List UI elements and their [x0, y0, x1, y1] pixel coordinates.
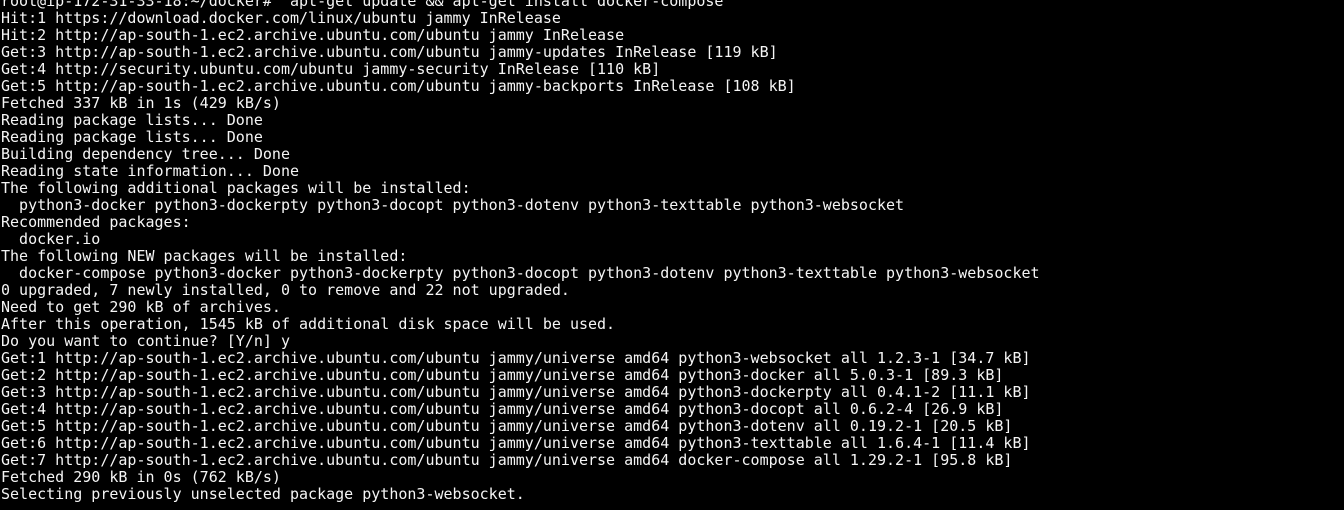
output-line: Reading package lists... Done: [1, 111, 263, 129]
terminal-window[interactable]: root@ip-172-31-33-18:~/docker# apt-get u…: [0, 0, 1344, 510]
output-line: Get:5 http://ap-south-1.ec2.archive.ubun…: [1, 77, 796, 95]
output-line: Get:3 http://ap-south-1.ec2.archive.ubun…: [1, 43, 778, 61]
output-line: Get:4 http://ap-south-1.ec2.archive.ubun…: [1, 400, 1004, 418]
output-line: Get:7 http://ap-south-1.ec2.archive.ubun…: [1, 451, 1013, 469]
output-line: Building dependency tree... Done: [1, 145, 290, 163]
prompt-answer-line: Do you want to continue? [Y/n] y: [1, 332, 290, 350]
output-line: Get:6 http://ap-south-1.ec2.archive.ubun…: [1, 434, 1031, 452]
output-line: docker-compose python3-docker python3-do…: [1, 264, 1040, 282]
output-line: Reading package lists... Done: [1, 128, 263, 146]
output-line: Get:3 http://ap-south-1.ec2.archive.ubun…: [1, 383, 1031, 401]
output-line: 0 upgraded, 7 newly installed, 0 to remo…: [1, 281, 570, 299]
output-line: Fetched 337 kB in 1s (429 kB/s): [1, 94, 281, 112]
output-line: Get:2 http://ap-south-1.ec2.archive.ubun…: [1, 366, 1004, 384]
output-line: After this operation, 1545 kB of additio…: [1, 315, 616, 333]
output-line: The following NEW packages will be insta…: [1, 247, 408, 265]
output-line: Selecting previously unselected package …: [1, 485, 525, 503]
output-line: Need to get 290 kB of archives.: [1, 298, 281, 316]
output-line: Get:4 http://security.ubuntu.com/ubuntu …: [1, 60, 661, 78]
output-line: Hit:1 https://download.docker.com/linux/…: [1, 9, 561, 27]
output-line: python3-docker python3-dockerpty python3…: [1, 196, 905, 214]
output-line: Recommended packages:: [1, 213, 191, 231]
terminal-output: root@ip-172-31-33-18:~/docker# apt-get u…: [1, 0, 1040, 503]
output-line: Get:5 http://ap-south-1.ec2.archive.ubun…: [1, 417, 1013, 435]
output-line: The following additional packages will b…: [1, 179, 471, 197]
output-line: Fetched 290 kB in 0s (762 kB/s): [1, 468, 281, 486]
output-line: Reading state information... Done: [1, 162, 300, 180]
output-line: Hit:2 http://ap-south-1.ec2.archive.ubun…: [1, 26, 625, 44]
output-line: docker.io: [1, 230, 101, 248]
output-line: Get:1 http://ap-south-1.ec2.archive.ubun…: [1, 349, 1031, 367]
